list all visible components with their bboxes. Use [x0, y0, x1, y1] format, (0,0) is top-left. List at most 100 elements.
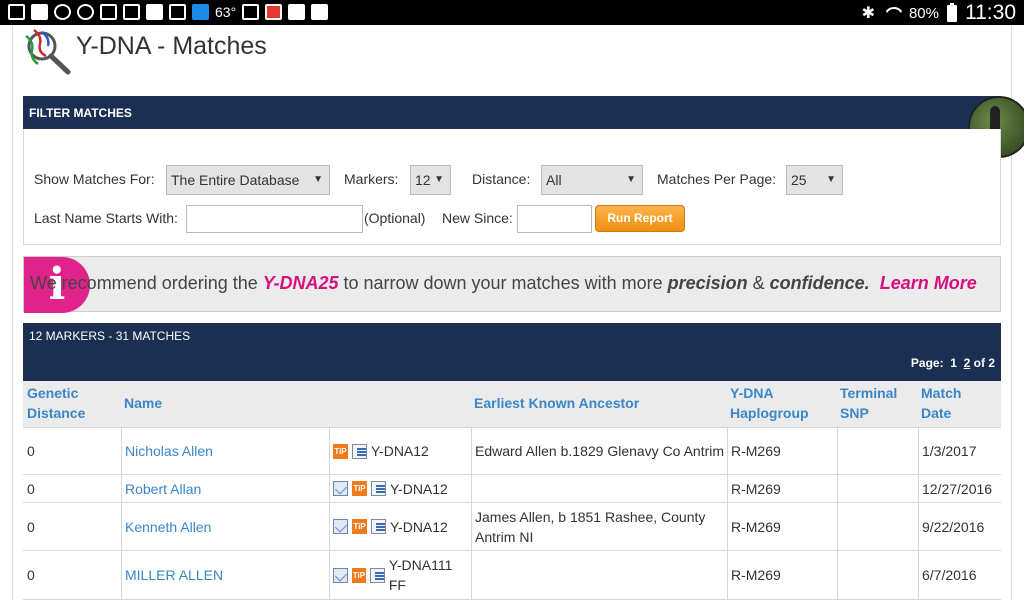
bluetooth-icon: ✱: [861, 5, 875, 22]
per-page-value: 25: [791, 172, 807, 188]
page-edge-left: [12, 25, 13, 600]
page-label: Page:: [910, 356, 944, 370]
match-name-link[interactable]: Robert Allan: [125, 479, 201, 499]
table-row: 0 MILLER ALLEN TiP Y-DNA111 FF R-M269 6/…: [23, 551, 1001, 600]
video-icon: [265, 4, 283, 20]
col-name[interactable]: Name: [124, 393, 162, 413]
table-header: Genetic Distance Name Earliest Known Anc…: [23, 381, 1001, 428]
cell-distance: 0: [27, 567, 35, 583]
test-name: Y-DNA12: [390, 518, 448, 535]
cell-tests: TiP Y-DNA111 FF: [329, 551, 471, 599]
run-report-button[interactable]: Run Report: [595, 205, 685, 232]
cell-haplogroup: R-M269: [731, 518, 781, 535]
banner-text: We recommend ordering the Y-DNA25 to nar…: [30, 273, 977, 294]
notes-icon[interactable]: [370, 567, 385, 583]
per-page-select[interactable]: 25 ▼: [786, 165, 843, 195]
markers-select[interactable]: 12 ▼: [410, 165, 451, 195]
notes-icon[interactable]: [371, 481, 386, 496]
filter-header: FILTER MATCHES: [23, 96, 1001, 129]
banner-text-mid: to narrow down your matches with more: [338, 273, 668, 293]
filter-header-title: FILTER MATCHES: [29, 106, 132, 120]
learn-more-link[interactable]: Learn More: [880, 273, 977, 293]
match-name-link[interactable]: Nicholas Allen: [125, 441, 213, 461]
notes-icon[interactable]: [352, 443, 367, 459]
cell-ancestor: [471, 475, 727, 502]
test-name: Y-DNA12: [371, 443, 429, 459]
product-link[interactable]: Y-DNA25: [263, 273, 339, 293]
page-link-1[interactable]: 1: [950, 356, 957, 370]
dropdown-arrow-icon: ▼: [826, 174, 836, 185]
distance-label: Distance:: [472, 171, 531, 187]
cell-snp: [837, 428, 918, 474]
distance-value: All: [546, 172, 562, 188]
page-of: of 2: [973, 356, 995, 370]
cell-tests: TiP Y-DNA12: [329, 475, 471, 502]
show-matches-label: Show Matches For:: [34, 171, 155, 187]
notes-icon[interactable]: [371, 519, 386, 534]
tip-icon[interactable]: TiP: [351, 567, 367, 583]
col-genetic-distance[interactable]: Genetic Distance: [27, 383, 117, 423]
markers-label: Markers:: [344, 171, 399, 187]
dropdown-arrow-icon: ▼: [434, 174, 444, 185]
play-store-icon: [311, 4, 329, 20]
banner-word-precision: precision: [667, 273, 748, 293]
match-name-link[interactable]: MILLER ALLEN: [125, 565, 223, 585]
new-since-label: New Since:: [442, 210, 513, 226]
match-name-link[interactable]: Kenneth Allen: [125, 517, 211, 537]
test-name: Y-DNA111 FF: [388, 557, 453, 593]
wifi-icon: [883, 5, 901, 21]
gallery-icon: [100, 4, 117, 20]
dna-logo-icon: [25, 29, 71, 75]
battery-percent: 80%: [908, 4, 939, 22]
cell-snp: [837, 551, 918, 599]
weather-icon: [192, 4, 209, 20]
tip-icon[interactable]: TiP: [333, 443, 348, 459]
cell-distance: 0: [27, 518, 35, 535]
show-matches-select[interactable]: The Entire Database ▼: [166, 165, 330, 195]
tip-icon[interactable]: TiP: [352, 519, 367, 534]
table-row: 0 Nicholas Allen TiP Y-DNA12 Edward Alle…: [23, 428, 1001, 475]
mail-icon[interactable]: [333, 481, 348, 496]
results-summary: 12 MARKERS - 31 MATCHES: [29, 329, 191, 343]
table-row: 0 Robert Allan TiP Y-DNA12 R-M269 12/27/…: [23, 475, 1001, 503]
distance-select[interactable]: All ▼: [541, 165, 643, 195]
last-name-label: Last Name Starts With:: [34, 210, 178, 226]
cell-haplogroup: R-M269: [731, 567, 781, 583]
per-page-label: Matches Per Page:: [657, 171, 777, 187]
cell-date: 1/3/2017: [922, 443, 977, 459]
results-header: 12 MARKERS - 31 MATCHES Page: 1 2 of 2: [23, 323, 1001, 381]
cell-tests: TiP Y-DNA12: [329, 428, 471, 474]
upgrade-banner: i We recommend ordering the Y-DNA25 to n…: [23, 256, 1001, 313]
cell-date: 6/7/2016: [922, 567, 977, 583]
gmail-icon: [242, 4, 260, 20]
notification-icons: 63°: [8, 4, 329, 20]
show-matches-value: The Entire Database: [171, 172, 300, 188]
page-title: Y-DNA - Matches: [76, 32, 267, 60]
android-status-bar: 63° ✱ 80% 11:30: [0, 0, 1024, 25]
col-ancestor[interactable]: Earliest Known Ancestor: [474, 393, 639, 413]
col-haplogroup[interactable]: Y-DNA Haplogroup: [730, 383, 830, 423]
play-store-icon: [288, 4, 306, 20]
last-name-input[interactable]: [186, 205, 363, 233]
mail-icon[interactable]: [333, 519, 348, 534]
battery-icon: [947, 2, 957, 22]
col-terminal-snp[interactable]: Terminal SNP: [840, 383, 910, 423]
col-match-date[interactable]: Match Date: [921, 383, 981, 423]
banner-word-confidence: confidence.: [769, 273, 870, 293]
cell-ancestor: James Allen, b 1851 Rashee, County Antri…: [475, 508, 706, 545]
cell-ancestor: Edward Allen b.1829 Glenavy Co Antrim: [475, 443, 725, 459]
chrome-icon: [54, 4, 71, 20]
pagination: Page: 1 2 of 2: [911, 356, 995, 370]
twitter-icon: [146, 4, 163, 20]
cell-distance: 0: [27, 443, 35, 459]
mail-icon[interactable]: [333, 567, 348, 583]
test-name: Y-DNA12: [390, 480, 448, 497]
tip-icon[interactable]: TiP: [352, 481, 367, 496]
cast-icon: [8, 4, 25, 20]
new-since-input[interactable]: [517, 205, 592, 233]
dropdown-arrow-icon: ▼: [626, 174, 636, 185]
cell-date: 9/22/2016: [922, 518, 985, 535]
gmail-icon: [123, 4, 140, 20]
cell-distance: 0: [27, 480, 35, 497]
youtube-icon: [31, 4, 48, 20]
